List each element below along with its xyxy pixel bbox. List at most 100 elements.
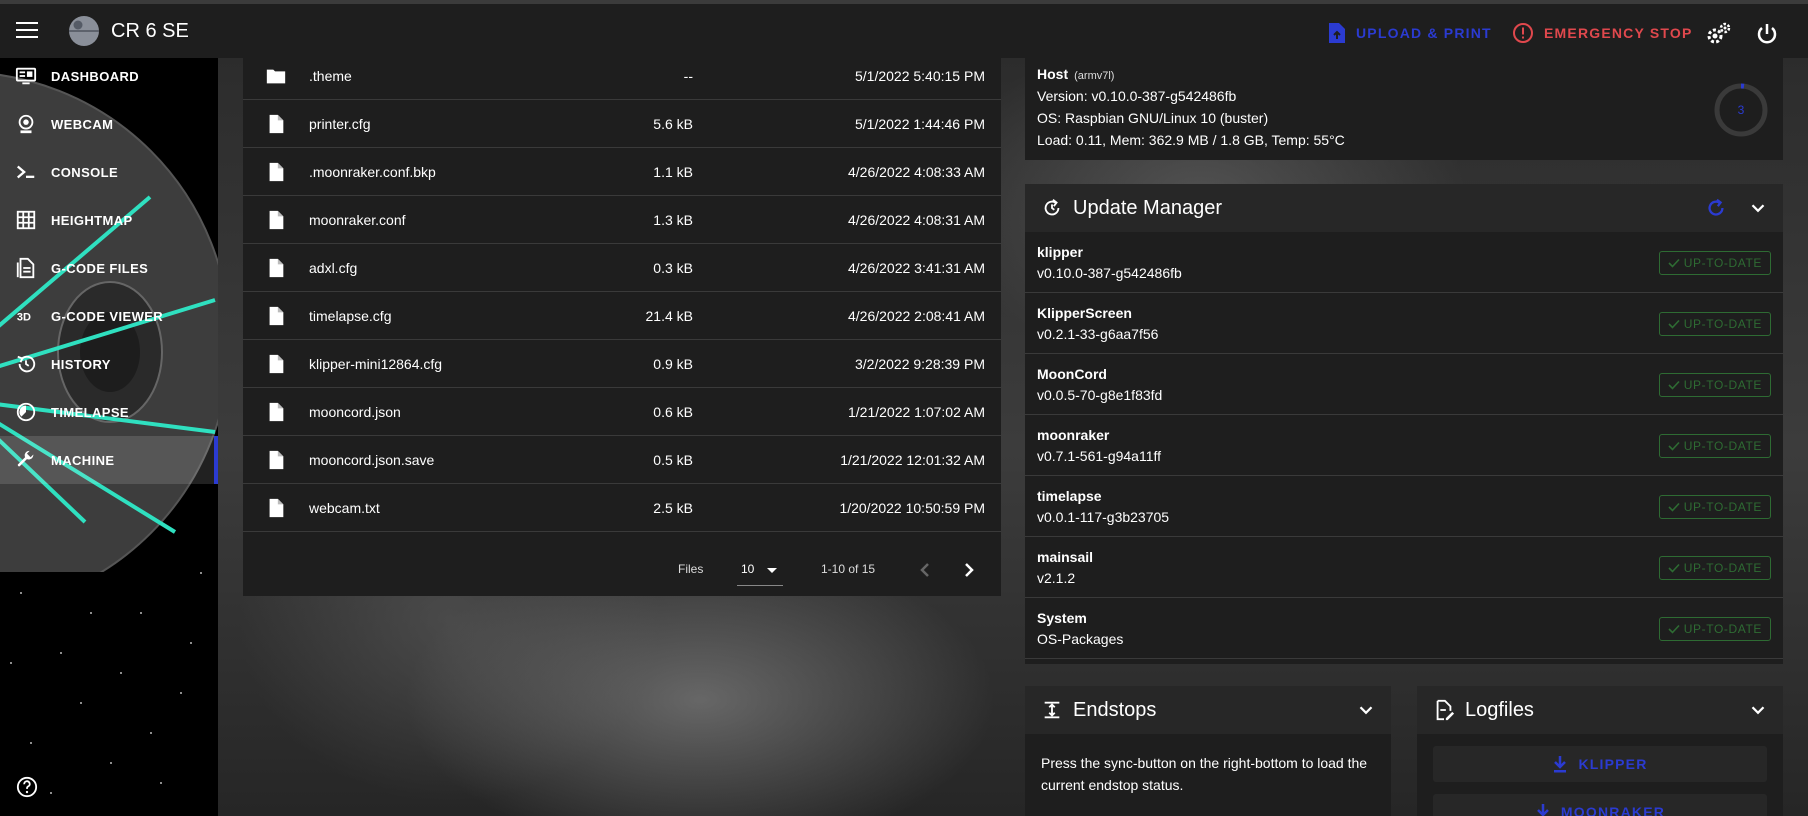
host-arch: (armv7l)	[1074, 70, 1115, 82]
file-modified: 1/20/2022 10:50:59 PM	[839, 500, 985, 516]
table-row[interactable]: adxl.cfg 0.3 kB 4/26/2022 3:41:31 AM	[243, 244, 1001, 292]
refresh-icon[interactable]	[1705, 197, 1727, 219]
sidebar-item-label: HISTORY	[51, 356, 111, 372]
timelapse-icon	[16, 402, 36, 422]
file-name: mooncord.json.save	[309, 452, 435, 468]
svg-text:3: 3	[1738, 103, 1745, 117]
check-icon	[1668, 319, 1680, 329]
component-version: v0.10.0-387-g542486fb	[1037, 265, 1182, 281]
previous-page-icon[interactable]	[913, 558, 937, 582]
sidebar-item-label: WEBCAM	[51, 116, 114, 132]
webcam-icon	[18, 114, 34, 134]
3d-icon: 3D	[17, 312, 31, 324]
file-name: .moonraker.conf.bkp	[309, 164, 436, 180]
sidebar: DASHBOARD WEBCAM CONSOLE HEIGHTMAP G-COD…	[0, 52, 218, 816]
up-to-date-badge: UP-TO-DATE	[1658, 617, 1771, 641]
table-row[interactable]: printer.cfg 5.6 kB 5/1/2022 1:44:46 PM	[243, 100, 1001, 148]
table-row[interactable]: klipper-mini12864.cfg 0.9 kB 3/2/2022 9:28…	[243, 340, 1001, 388]
wrench-icon	[17, 450, 34, 467]
host-os: OS: Raspbian GNU/Linux 10 (buster)	[1037, 110, 1269, 126]
file-size: 5.6 kB	[653, 116, 693, 132]
sidebar-item-label: CONSOLE	[51, 164, 119, 180]
file-size: 21.4 kB	[645, 308, 693, 324]
logfiles-header: Logfiles	[1417, 686, 1783, 734]
update-row: moonraker v0.7.1-561-g94a11ff UP-TO-DATE	[1025, 415, 1783, 476]
update-row: mainsail v2.1.2 UP-TO-DATE	[1025, 537, 1783, 598]
sidebar-item-heightmap[interactable]: HEIGHTMAP	[0, 196, 218, 244]
emergency-stop-label: EMERGENCY STOP	[1544, 25, 1693, 41]
table-row[interactable]: moonraker.conf 1.3 kB 4/26/2022 4:08:31 AM	[243, 196, 1001, 244]
component-name: mainsail	[1037, 549, 1094, 565]
check-icon	[1668, 380, 1680, 390]
file-modified: 3/2/2022 9:28:39 PM	[855, 356, 985, 372]
logfiles-card: Logfiles KLIPPER MOONRAKER	[1417, 686, 1783, 816]
component-version: v0.7.1-561-g94a11ff	[1037, 448, 1162, 464]
sidebar-item-console[interactable]: CONSOLE	[0, 148, 218, 196]
up-to-date-badge: UP-TO-DATE	[1658, 434, 1771, 458]
emergency-stop-button[interactable]: EMERGENCY STOP	[1512, 22, 1693, 44]
component-name: klipper	[1037, 244, 1083, 260]
check-icon	[1668, 502, 1680, 512]
console-icon	[17, 165, 35, 179]
table-pagination: Files 10 1-10 of 15	[243, 544, 1001, 596]
table-row[interactable]: timelapse.cfg 21.4 kB 4/26/2022 2:08:41 AM	[243, 292, 1001, 340]
download-moonraker-log-button[interactable]: MOONRAKER	[1433, 794, 1767, 816]
next-page-icon[interactable]	[957, 558, 981, 582]
power-icon[interactable]	[1754, 21, 1780, 47]
file-size: 2.5 kB	[653, 500, 693, 516]
sidebar-item-machine[interactable]: MACHINE	[0, 436, 218, 484]
endstops-title: Endstops	[1073, 699, 1157, 721]
table-row[interactable]: .moonraker.conf.bkp 1.1 kB 4/26/2022 4:08:…	[243, 148, 1001, 196]
file-modified: 4/26/2022 3:41:31 AM	[848, 260, 985, 276]
upload-print-label: UPLOAD & PRINT	[1356, 25, 1492, 41]
component-version: OS-Packages	[1037, 631, 1124, 647]
chevron-down-icon[interactable]	[1747, 699, 1769, 721]
sidebar-item-gcode-files[interactable]: G-CODE FILES	[0, 244, 218, 292]
sidebar-item-timelapse[interactable]: TIMELAPSE	[0, 388, 218, 436]
update-icon	[1044, 199, 1060, 216]
file-icon	[269, 450, 284, 470]
check-icon	[1668, 624, 1680, 634]
file-name: timelapse.cfg	[309, 308, 392, 324]
table-row[interactable]: webcam.txt 2.5 kB 1/20/2022 10:50:59 PM	[243, 484, 1001, 532]
rows-per-page-label: Files	[678, 562, 704, 576]
file-size: --	[683, 68, 693, 84]
upload-print-button[interactable]: UPLOAD & PRINT	[1328, 22, 1492, 44]
download-klipper-log-button[interactable]: KLIPPER	[1433, 746, 1767, 782]
file-modified: 5/1/2022 1:44:46 PM	[855, 116, 985, 132]
svg-text:3D: 3D	[17, 312, 31, 324]
table-row[interactable]: mooncord.json.save 0.5 kB 1/21/2022 12:01:…	[243, 436, 1001, 484]
sidebar-item-gcode-viewer[interactable]: 3D G-CODE VIEWER	[0, 292, 218, 340]
menu-icon[interactable]	[16, 22, 38, 38]
logfiles-title: Logfiles	[1465, 699, 1534, 721]
help-icon[interactable]	[16, 776, 38, 798]
sidebar-item-label: DASHBOARD	[51, 68, 140, 84]
table-row[interactable]: mooncord.json 0.6 kB 1/21/2022 1:07:02 AM	[243, 388, 1001, 436]
sidebar-item-label: TIMELAPSE	[51, 404, 129, 420]
file-modified: 1/21/2022 1:07:02 AM	[848, 404, 985, 420]
file-icon	[269, 402, 284, 422]
page-range-text: 1-10 of 15	[821, 562, 876, 576]
file-modified: 1/21/2022 12:01:32 AM	[840, 452, 985, 468]
sidebar-item-label: MACHINE	[51, 452, 115, 468]
file-icon	[269, 114, 284, 134]
cogs-icon[interactable]	[1706, 21, 1732, 47]
chevron-down-icon[interactable]	[1747, 197, 1769, 219]
check-icon	[1668, 258, 1680, 268]
chevron-down-icon[interactable]	[1355, 699, 1377, 721]
chevron-down-icon	[767, 568, 777, 573]
file-upload-icon	[1329, 23, 1345, 43]
table-row[interactable]: .theme -- 5/1/2022 5:40:15 PM	[243, 52, 1001, 100]
file-name: adxl.cfg	[309, 260, 358, 276]
sidebar-item-dashboard[interactable]: DASHBOARD	[0, 52, 218, 100]
host-version: Version: v0.10.0-387-g542486fb	[1037, 88, 1237, 104]
sidebar-item-history[interactable]: HISTORY	[0, 340, 218, 388]
sidebar-item-webcam[interactable]: WEBCAM	[0, 100, 218, 148]
rows-per-page-select[interactable]: 10	[737, 554, 783, 586]
host-title: Host (armv7l)	[1037, 66, 1115, 82]
file-icon	[269, 306, 284, 326]
component-name: KlipperScreen	[1037, 305, 1132, 321]
file-modified: 4/26/2022 2:08:41 AM	[848, 308, 985, 324]
component-name: System	[1037, 610, 1087, 626]
printer-name: CR 6 SE	[111, 20, 189, 42]
